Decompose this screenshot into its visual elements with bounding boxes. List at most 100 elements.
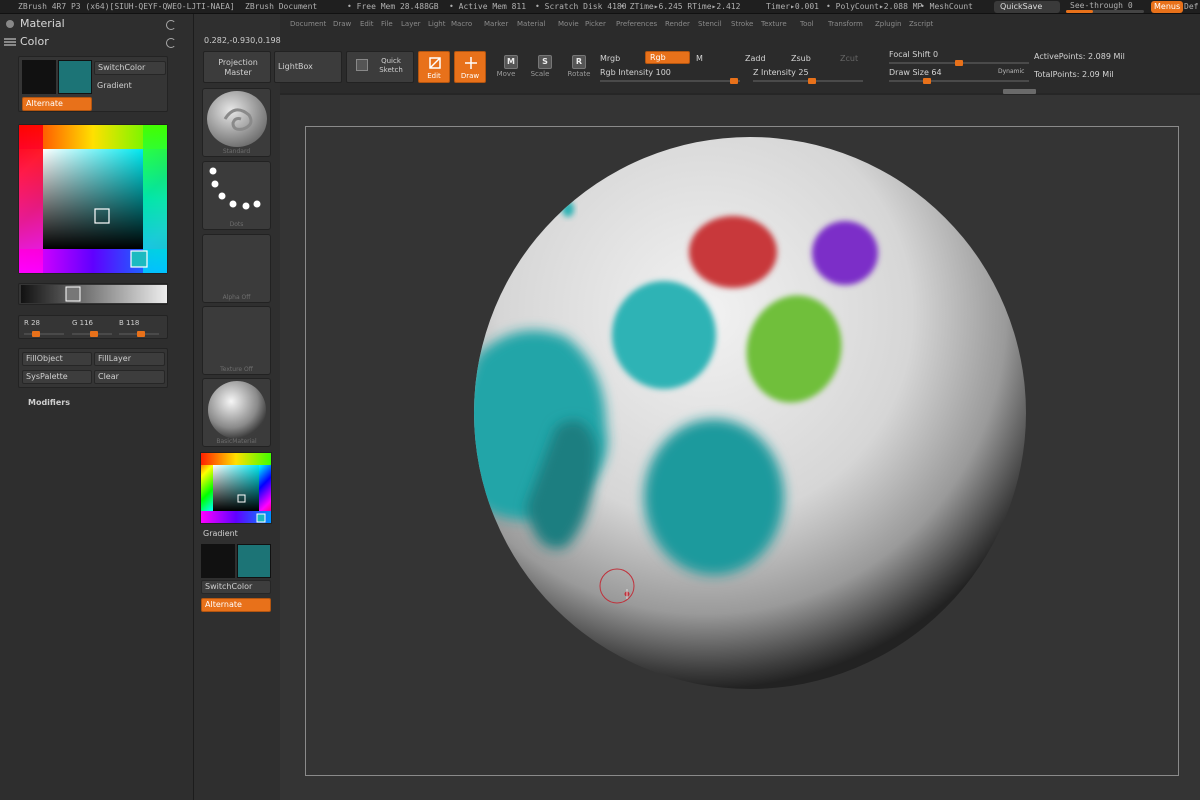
menu-marker[interactable]: Marker (484, 20, 508, 28)
scale-label[interactable]: Scale (525, 70, 555, 78)
rotate-icon[interactable]: R (572, 55, 586, 69)
sphere-render[interactable] (306, 127, 1178, 775)
material-refresh-icon[interactable] (166, 20, 176, 30)
b-slider[interactable] (119, 331, 159, 337)
r-slider[interactable] (24, 331, 64, 337)
menu-layer[interactable]: Layer (401, 20, 421, 28)
primary-color-swatch[interactable] (22, 60, 56, 94)
material-palette-title[interactable]: Material (20, 17, 65, 30)
menu-movie[interactable]: Movie (558, 20, 579, 28)
z-intensity-slider[interactable] (753, 78, 863, 84)
menu-light[interactable]: Light (428, 20, 445, 28)
title-bar: ZBrush 4R7 P3 (x64)[SIUH-QEYF-QWEO-LJTI-… (0, 0, 1200, 14)
mini-gradient-toggle[interactable]: Gradient (203, 529, 238, 538)
draw-mode-button[interactable]: Draw (454, 51, 486, 83)
draw-size-label[interactable]: Draw Size 64 (889, 68, 942, 77)
z-intensity-knob[interactable] (808, 78, 816, 84)
alpha-thumb[interactable]: Alpha Off (202, 234, 271, 303)
menu-file[interactable]: File (381, 20, 393, 28)
fill-object-button[interactable]: FillObject (22, 352, 92, 366)
menu-stencil[interactable]: Stencil (698, 20, 722, 28)
rotate-label[interactable]: Rotate (564, 70, 594, 78)
rgb-intensity-knob[interactable] (730, 78, 738, 84)
rgb-intensity-slider[interactable] (600, 78, 740, 84)
menu-tool[interactable]: Tool (800, 20, 814, 28)
menu-preferences[interactable]: Preferences (616, 20, 657, 28)
color-palette-title[interactable]: Color (20, 35, 49, 48)
mini-color-picker[interactable] (200, 452, 272, 524)
modifiers-section[interactable]: Modifiers (28, 398, 70, 407)
g-slider[interactable] (72, 331, 112, 337)
focal-shift-slider[interactable] (889, 60, 1029, 66)
menu-zplugin[interactable]: Zplugin (875, 20, 901, 28)
r-slider-knob[interactable] (32, 331, 40, 337)
projection-master-button[interactable]: Projection Master (203, 51, 271, 83)
menu-picker[interactable]: Picker (585, 20, 606, 28)
zcut-toggle[interactable]: Zcut (840, 54, 858, 63)
b-value[interactable]: B 118 (119, 319, 139, 327)
gradient-toggle[interactable]: Gradient (97, 81, 132, 90)
menu-material[interactable]: Material (517, 20, 545, 28)
zadd-toggle[interactable]: Zadd (745, 54, 766, 63)
rgb-toggle[interactable]: Rgb (645, 51, 690, 64)
clear-button[interactable]: Clear (94, 370, 165, 384)
m-toggle[interactable]: M (696, 54, 703, 63)
def-button[interactable]: Def (1184, 2, 1198, 11)
mini-alternate-toggle[interactable]: Alternate (201, 598, 271, 612)
mini-color-picker-canvas[interactable] (201, 453, 271, 523)
menu-stroke[interactable]: Stroke (731, 20, 753, 28)
lightbox-button[interactable]: LightBox (274, 51, 342, 83)
color-picker-canvas[interactable] (19, 125, 167, 273)
menu-render[interactable]: Render (665, 20, 690, 28)
focal-shift-knob[interactable] (955, 60, 963, 66)
focal-shift-label[interactable]: Focal Shift 0 (889, 50, 938, 59)
rgb-intensity-label[interactable]: Rgb Intensity 100 (600, 68, 671, 77)
material-thumb[interactable]: BasicMaterial (202, 378, 271, 447)
mini-switch-color-button[interactable]: SwitchColor (201, 580, 271, 594)
brightness-gradient[interactable] (21, 285, 167, 303)
mini-primary-swatch[interactable] (201, 544, 235, 578)
menu-edit[interactable]: Edit (360, 20, 374, 28)
move-icon[interactable]: M (504, 55, 518, 69)
move-label[interactable]: Move (491, 70, 521, 78)
menu-document[interactable]: Document (290, 20, 326, 28)
z-intensity-label[interactable]: Z Intensity 25 (753, 68, 809, 77)
menu-transform[interactable]: Transform (828, 20, 863, 28)
color-refresh-icon[interactable] (166, 38, 176, 48)
stroke-dots-thumb[interactable]: Dots (202, 161, 271, 230)
draw-size-slider[interactable] (889, 78, 1029, 84)
texture-thumb[interactable]: Texture Off (202, 306, 271, 375)
draw-size-knob[interactable] (923, 78, 931, 84)
g-slider-knob[interactable] (90, 331, 98, 337)
r-value[interactable]: R 28 (24, 319, 40, 327)
secondary-color-swatch[interactable] (58, 60, 92, 94)
mini-secondary-swatch[interactable] (237, 544, 271, 578)
horizontal-scroll-indicator[interactable] (1003, 89, 1036, 94)
quicksave-button[interactable]: QuickSave (994, 1, 1060, 13)
main-menu-bar: AlphaBrushColorDocumentDrawEditFileLayer… (196, 17, 1200, 33)
menu-zscript[interactable]: Zscript (909, 20, 933, 28)
brush-standard-thumb[interactable]: Standard (202, 88, 271, 157)
switch-color-button[interactable]: SwitchColor (94, 61, 166, 75)
quick-sketch-button[interactable]: Quick Sketch (346, 51, 414, 83)
alternate-toggle[interactable]: Alternate (22, 97, 92, 111)
sys-palette-button[interactable]: SysPalette (22, 370, 92, 384)
basic-material-label: BasicMaterial (216, 438, 257, 445)
g-value[interactable]: G 116 (72, 319, 93, 327)
scale-icon[interactable]: S (538, 55, 552, 69)
menu-texture[interactable]: Texture (761, 20, 787, 28)
menu-macro[interactable]: Macro (451, 20, 472, 28)
edit-mode-button[interactable]: Edit (418, 51, 450, 83)
mrgb-toggle[interactable]: Mrgb (600, 54, 620, 63)
zsub-toggle[interactable]: Zsub (791, 54, 811, 63)
see-through-slider[interactable] (1066, 10, 1144, 13)
see-through-label: See-through 0 (1070, 1, 1133, 10)
color-picker[interactable] (18, 124, 168, 274)
dynamic-toggle[interactable]: Dynamic (998, 68, 1024, 75)
b-slider-knob[interactable] (137, 331, 145, 337)
brightness-slider[interactable] (18, 283, 168, 305)
menu-draw[interactable]: Draw (333, 20, 351, 28)
document-canvas[interactable] (305, 126, 1179, 776)
menus-button[interactable]: Menus (1151, 1, 1184, 13)
fill-layer-button[interactable]: FillLayer (94, 352, 165, 366)
